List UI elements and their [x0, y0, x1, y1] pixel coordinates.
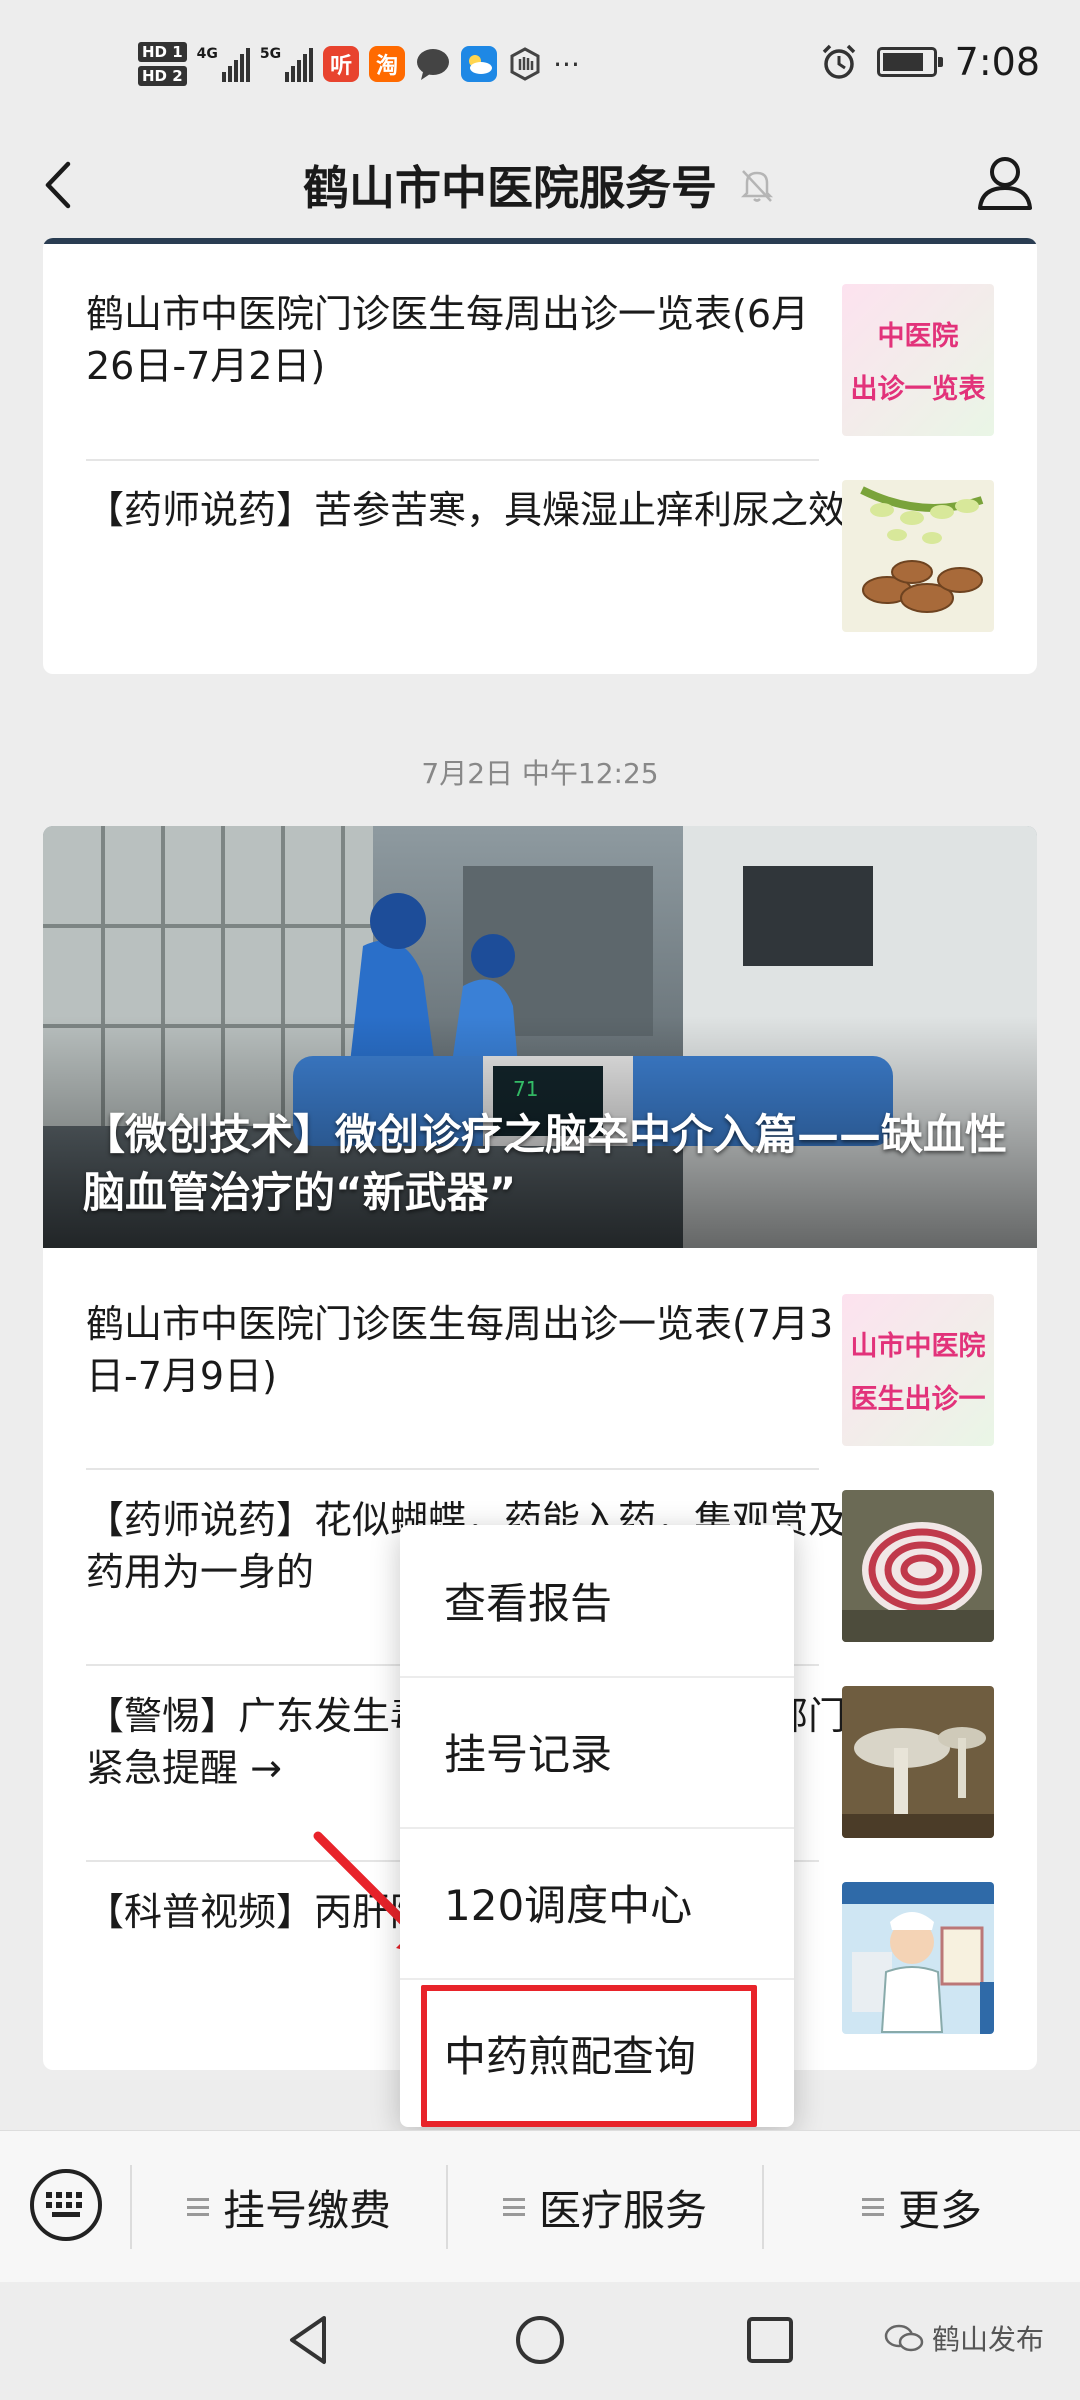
mute-bell-icon [740, 170, 774, 202]
schedule-thumbnail: 山市中医院 医生出诊一 [842, 1294, 994, 1446]
herb-thumbnail [842, 480, 994, 632]
message-timestamp: 7月2日 中午12:25 [421, 757, 659, 790]
weather-icon [461, 46, 498, 82]
taobao-app-icon: 淘 [369, 46, 406, 82]
keyboard-toggle-icon[interactable] [30, 2169, 102, 2241]
menu-lines-icon [186, 2198, 209, 2216]
thumb-text-2: 医生出诊一 [850, 1384, 986, 1415]
signal-4g-icon: 4G [197, 46, 250, 82]
hd1-badge: HD 1 [138, 42, 187, 62]
net2-label: 5G [259, 46, 282, 62]
alarm-icon [822, 44, 855, 79]
hd-icons: HD 1 HD 2 [138, 42, 187, 86]
hd2-badge: HD 2 [138, 66, 187, 86]
doctor-cartoon-thumbnail [842, 1882, 994, 2034]
nav-recent-apps-icon[interactable] [740, 2310, 800, 2370]
menu-item-registration-record[interactable]: 挂号记录 [400, 1676, 794, 1827]
watermark-text: 鹤山发布 [931, 2323, 1044, 2356]
clock: 7:08 [954, 40, 1040, 84]
article-item[interactable]: 鹤山市中医院门诊医生每周出诊一览表(7月3日-7月9日) 山市中医院 医生出诊一 [43, 1248, 1037, 1446]
article-item[interactable]: 鹤山市中医院门诊医生每周出诊一览表(6月26日-7月2日) 中医院 出诊一览表 [43, 238, 1037, 436]
menu-item-view-report[interactable]: 查看报告 [400, 1525, 794, 1676]
header-title-group: 鹤山市中医院服务号 [0, 150, 1080, 220]
status-icons-left: HD 1 HD 2 4G 5G 听 淘 ··· [138, 34, 580, 94]
status-icons-right: 7:08 [819, 40, 1040, 84]
chat-bubble-icon [417, 49, 450, 80]
status-bar: HD 1 HD 2 4G 5G 听 淘 ··· 7:08 [0, 0, 1080, 130]
hero-title: 【微创技术】微创诊疗之脑卒中介入篇——缺血性脑血管治疗的“新武器” [83, 1110, 1008, 1217]
watermark: 鹤山发布 [884, 2318, 1044, 2358]
menu-more[interactable]: 更多 [764, 2171, 1080, 2243]
nav-back-icon[interactable] [280, 2310, 340, 2370]
wechat-logo-icon [884, 2324, 924, 2352]
mushroom-thumbnail [842, 1686, 994, 1838]
menu-label: 更多 [897, 2185, 982, 2235]
menu-label: 医疗服务 [538, 2185, 707, 2235]
menu-medical-services[interactable]: 医疗服务 [448, 2171, 762, 2243]
thumb-text-1: 中医院 [877, 321, 959, 352]
hand-icon [510, 47, 540, 81]
menu-label: 挂号缴费 [222, 2185, 391, 2235]
profile-icon[interactable] [970, 148, 1040, 218]
service-menu-bar: 挂号缴费 医疗服务 更多 [0, 2130, 1080, 2282]
menu-lines-icon [861, 2198, 884, 2216]
article-title: 【药师说药】苦参苦寒，具燥湿止痒利尿之效 [86, 488, 847, 532]
battery-icon [876, 47, 943, 77]
menu-registration-payment[interactable]: 挂号缴费 [132, 2171, 446, 2243]
net1-label: 4G [196, 46, 218, 62]
red-highlight-box [421, 1985, 757, 2127]
chat-header: 鹤山市中医院服务号 [0, 130, 1080, 240]
article-title: 鹤山市中医院门诊医生每周出诊一览表(7月3日-7月9日) [86, 1302, 834, 1398]
listen-app-icon: 听 [323, 46, 360, 82]
article-title: 鹤山市中医院门诊医生每周出诊一览表(6月26日-7月2日) [86, 292, 810, 388]
nav-home-icon[interactable] [510, 2310, 570, 2370]
flower-thumbnail [842, 1490, 994, 1642]
article-card-previous: 鹤山市中医院门诊医生每周出诊一览表(6月26日-7月2日) 中医院 出诊一览表 … [43, 238, 1037, 674]
article-item[interactable]: 【药师说药】苦参苦寒，具燥湿止痒利尿之效 [43, 434, 1037, 632]
menu-lines-icon [502, 2198, 525, 2216]
system-navigation-bar: 鹤山发布 [0, 2282, 1080, 2400]
thumb-text-2: 出诊一览表 [850, 374, 986, 405]
schedule-thumbnail: 中医院 出诊一览表 [842, 284, 994, 436]
page-title: 鹤山市中医院服务号 [303, 161, 717, 215]
thumb-text-1: 山市中医院 [850, 1331, 986, 1362]
menu-item-120-dispatch[interactable]: 120调度中心 [400, 1827, 794, 1978]
more-notifications-icon: ··· [553, 47, 580, 81]
hero-article[interactable]: 71 【微创技术】微创诊疗之脑卒中介入篇——缺血性脑血管治疗的“新武器” [43, 826, 1037, 1248]
signal-5g-icon: 5G [259, 46, 314, 82]
